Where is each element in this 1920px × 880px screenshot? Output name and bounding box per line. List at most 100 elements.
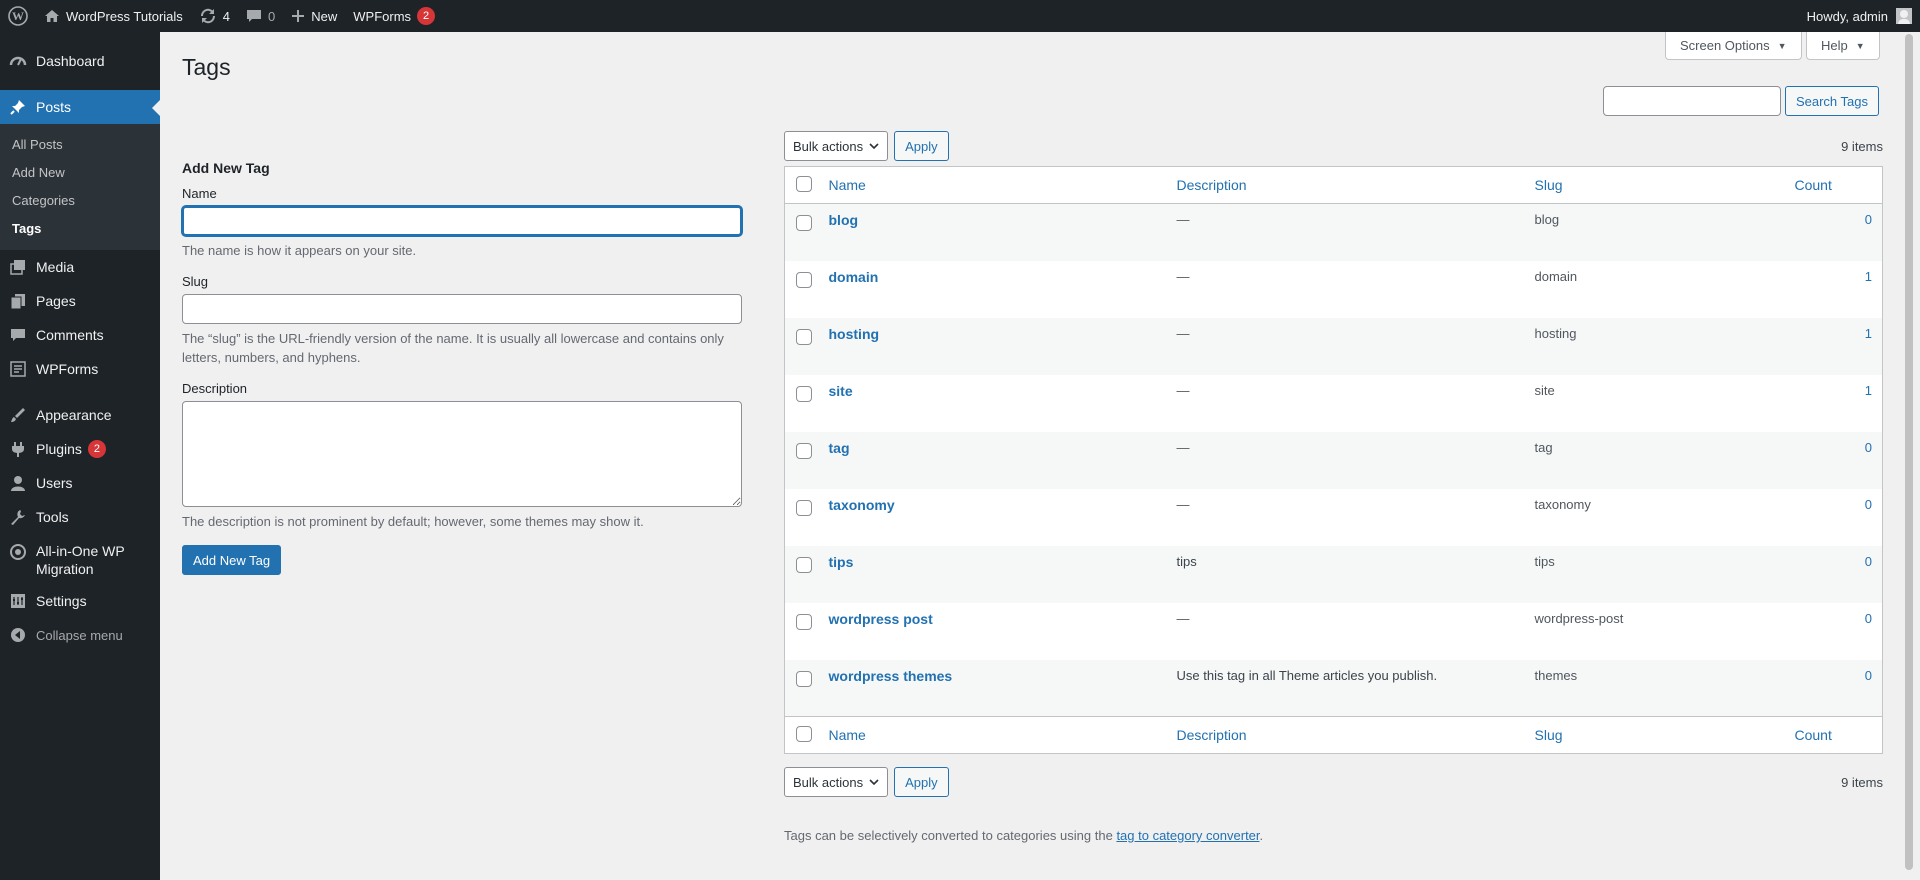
wpforms-label: WPForms: [353, 8, 412, 24]
tag-name-link[interactable]: site: [829, 383, 853, 399]
description-label: Description: [182, 381, 248, 396]
select-all-checkbox[interactable]: [796, 175, 812, 192]
select-all-cell-footer: [784, 716, 819, 754]
tag-name-link[interactable]: tips: [829, 554, 854, 570]
menu-media[interactable]: Media: [0, 250, 160, 284]
row-checkbox[interactable]: [796, 613, 812, 630]
tag-count-link[interactable]: 1: [1865, 269, 1872, 284]
row-checkbox[interactable]: [796, 442, 812, 459]
select-all-checkbox-footer[interactable]: [796, 725, 812, 742]
tag-name-input[interactable]: [182, 206, 742, 236]
search-tags-button[interactable]: Search Tags: [1784, 86, 1879, 116]
column-description-header[interactable]: Description: [1166, 166, 1525, 204]
tag-slug-input[interactable]: [182, 294, 742, 324]
comments-link[interactable]: 0: [238, 0, 283, 32]
tag-name-link[interactable]: domain: [829, 269, 879, 285]
wpforms-link[interactable]: WPForms 2: [345, 0, 443, 32]
column-description-footer[interactable]: Description: [1166, 716, 1525, 754]
row-checkbox[interactable]: [796, 215, 812, 231]
bulk-actions-select-top[interactable]: Bulk actions: [784, 131, 889, 161]
row-checkbox[interactable]: [796, 556, 812, 573]
menu-pages[interactable]: Pages: [0, 284, 160, 318]
menu-all-in-one-wp-migration[interactable]: All-in-One WP Migration: [0, 534, 160, 584]
tag-name-link[interactable]: hosting: [829, 326, 880, 342]
column-slug-footer[interactable]: Slug: [1524, 716, 1785, 754]
converter-note: Tags can be selectively converted to cat…: [784, 828, 1883, 843]
site-name-link[interactable]: WordPress Tutorials: [36, 0, 191, 32]
new-content-link[interactable]: New: [283, 0, 345, 32]
collapse-menu-button[interactable]: Collapse menu: [0, 618, 160, 652]
row-checkbox[interactable]: [796, 271, 812, 288]
menu-media-label: Media: [36, 259, 75, 275]
items-count-bottom: 9 items: [1841, 774, 1883, 790]
tag-count-link[interactable]: 0: [1865, 440, 1872, 455]
add-new-tag-form: Add New Tag Name The name is how it appe…: [182, 132, 744, 575]
tag-count-link[interactable]: 0: [1865, 554, 1872, 569]
tag-description-cell: —: [1176, 382, 1190, 398]
page-scrollbar[interactable]: [1900, 32, 1920, 880]
tag-count-link[interactable]: 0: [1865, 212, 1872, 227]
tag-count-link[interactable]: 1: [1865, 326, 1872, 341]
menu-wpforms[interactable]: WPForms: [0, 352, 160, 386]
add-new-tag-button[interactable]: Add New Tag: [182, 545, 282, 575]
updates-link[interactable]: 4: [191, 0, 238, 32]
column-count-header[interactable]: Count: [1784, 166, 1883, 204]
tag-count-link[interactable]: 0: [1865, 497, 1872, 512]
tag-name-link[interactable]: wordpress post: [829, 611, 933, 627]
submenu-all-posts[interactable]: All Posts: [0, 131, 160, 159]
tag-slug-cell: taxonomy: [1534, 496, 1591, 512]
menu-dashboard[interactable]: Dashboard: [0, 44, 160, 78]
search-tags-input[interactable]: [1602, 86, 1781, 116]
menu-tools[interactable]: Tools: [0, 500, 160, 534]
screen-options-button[interactable]: Screen Options ▼: [1665, 32, 1802, 60]
menu-comments[interactable]: Comments: [0, 318, 160, 352]
tag-count-link[interactable]: 0: [1865, 611, 1872, 626]
wordpress-logo-icon[interactable]: W: [0, 0, 36, 32]
submenu-categories[interactable]: Categories: [0, 187, 160, 215]
column-name-footer[interactable]: Name: [818, 716, 1167, 754]
caret-down-icon: ▼: [1855, 40, 1865, 51]
page-title: Tags: [182, 54, 231, 80]
tag-count-link[interactable]: 1: [1865, 383, 1872, 398]
posts-submenu: All Posts Add New Categories Tags: [0, 124, 160, 250]
scrollbar-thumb[interactable]: [1905, 34, 1913, 870]
tag-name-link[interactable]: taxonomy: [829, 497, 895, 513]
name-help: The name is how it appears on your site.: [182, 243, 417, 258]
tag-name-link[interactable]: wordpress themes: [829, 668, 953, 684]
table-footer-row: Name Description Slug Count: [784, 716, 1883, 754]
row-checkbox[interactable]: [796, 499, 812, 516]
column-count-footer[interactable]: Count: [1784, 716, 1883, 754]
collapse-icon: [8, 625, 28, 645]
menu-posts[interactable]: Posts: [0, 90, 160, 124]
row-checkbox[interactable]: [796, 385, 812, 402]
tag-slug-cell: site: [1534, 382, 1555, 398]
admin-sidebar: Dashboard Posts All Posts Add New Catego…: [0, 32, 160, 880]
tag-slug-cell: themes: [1524, 659, 1785, 717]
apply-button-bottom[interactable]: Apply: [894, 767, 949, 797]
tag-description-textarea[interactable]: [182, 401, 742, 507]
help-button[interactable]: Help ▼: [1806, 32, 1880, 60]
screen-options-label: Screen Options: [1680, 38, 1770, 53]
menu-users[interactable]: Users: [0, 466, 160, 500]
submenu-add-new[interactable]: Add New: [0, 159, 160, 187]
tag-count-cell: 1: [1784, 317, 1883, 375]
tag-slug-cell: hosting: [1524, 317, 1785, 375]
column-name-header[interactable]: Name: [818, 166, 1167, 204]
row-checkbox[interactable]: [796, 328, 812, 345]
menu-appearance[interactable]: Appearance: [0, 398, 160, 432]
row-checkbox[interactable]: [796, 670, 812, 687]
tag-name-cell: site: [819, 375, 1167, 432]
apply-button-top[interactable]: Apply: [894, 131, 949, 161]
tag-count-link[interactable]: 0: [1865, 668, 1872, 683]
tag-name-link[interactable]: tag: [829, 440, 850, 456]
tag-to-category-converter-link[interactable]: tag to category converter: [1116, 828, 1259, 843]
bulk-actions-select-bottom[interactable]: Bulk actions: [784, 767, 889, 797]
table-row: wordpress post — wordpress-post 0: [785, 603, 1883, 660]
tag-name-link[interactable]: blog: [829, 212, 859, 228]
tag-count-cell: 0: [1784, 659, 1883, 717]
menu-plugins[interactable]: Plugins 2: [0, 432, 160, 466]
account-menu[interactable]: Howdy, admin: [1799, 0, 1920, 32]
menu-settings[interactable]: Settings: [0, 584, 160, 618]
submenu-tags[interactable]: Tags: [0, 215, 160, 243]
column-slug-header[interactable]: Slug: [1524, 166, 1785, 204]
